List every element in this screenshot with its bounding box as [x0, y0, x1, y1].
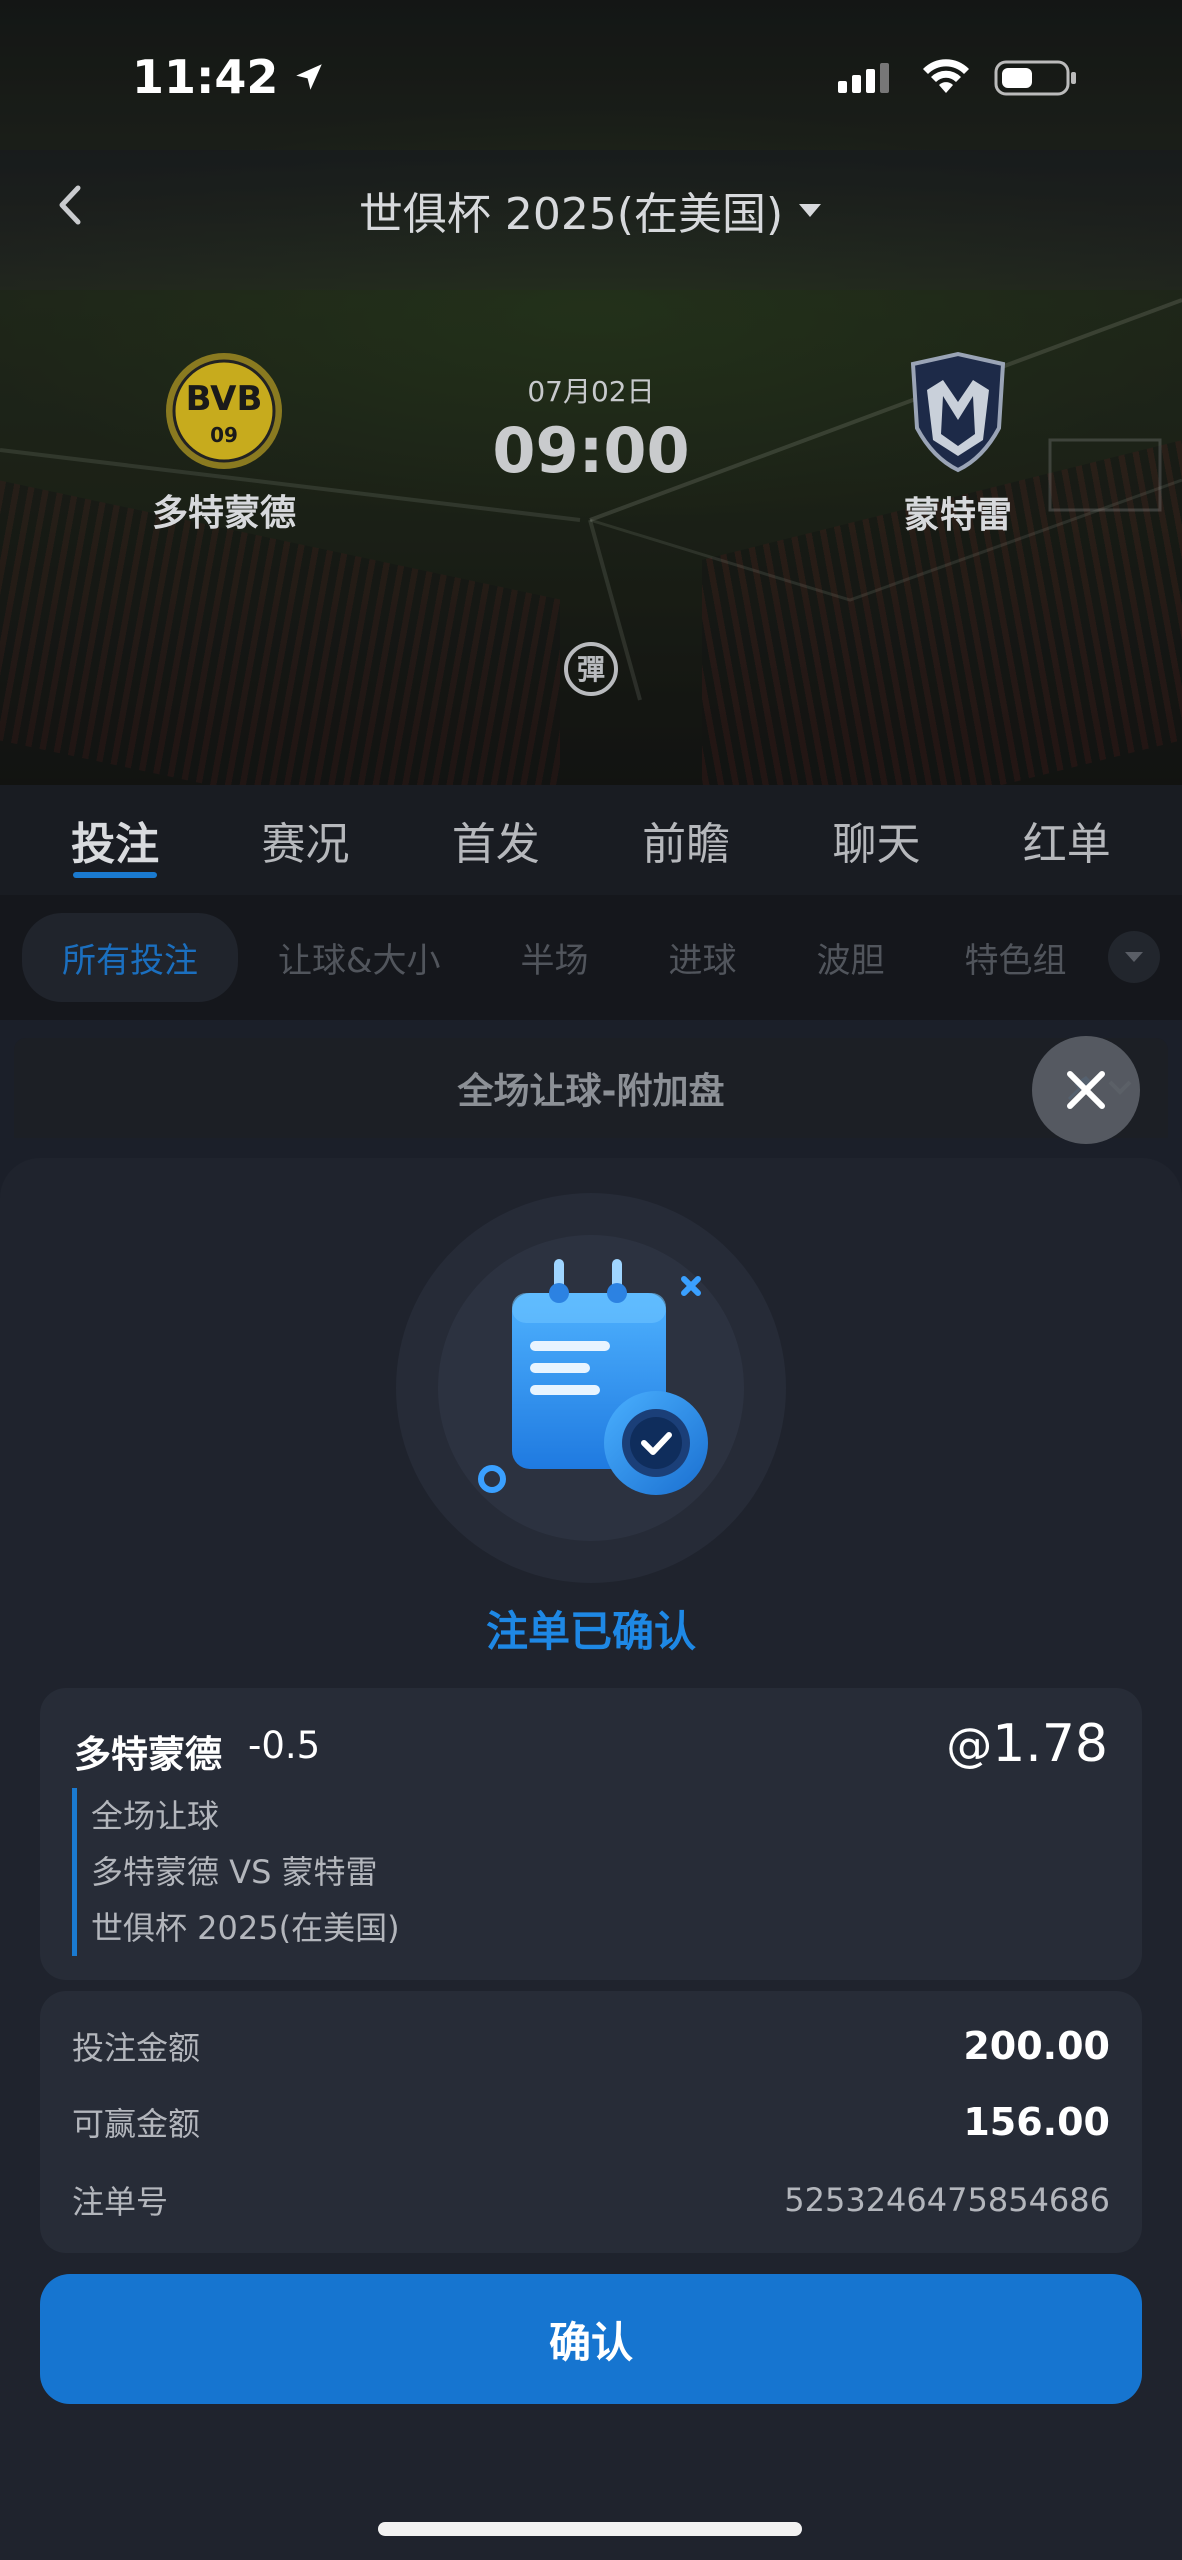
- wifi-icon: [923, 59, 969, 93]
- competition-selector[interactable]: 世俱杯 2025(在美国): [0, 178, 1182, 242]
- away-team: 蒙特雷: [838, 350, 1078, 538]
- bet-summary-card: 投注金额 200.00 可赢金额 156.00 注单号 525324647585…: [40, 1991, 1142, 2253]
- battery-icon: [994, 60, 1076, 96]
- close-icon: [1067, 1071, 1105, 1109]
- location-arrow-icon: [296, 64, 323, 90]
- stake-row: 投注金额 200.00: [72, 2023, 1110, 2069]
- ticket-number-row: 注单号 5253246475854686: [72, 2177, 1110, 2223]
- cellular-signal-icon: [838, 63, 889, 93]
- status-time: 11:42: [132, 50, 279, 104]
- bet-details: 全场让球 多特蒙德 VS 蒙特雷 世俱杯 2025(在美国): [72, 1788, 400, 1956]
- competition-title: 世俱杯 2025(在美国): [358, 189, 784, 240]
- bet-type: 全场让球: [91, 1797, 220, 1835]
- tab-bets[interactable]: 投注: [71, 808, 159, 878]
- tab-lineups[interactable]: 首发: [452, 808, 540, 872]
- market-title: 全场让球-附加盘: [457, 1071, 725, 1112]
- home-team-name: 多特蒙德: [151, 493, 296, 534]
- status-bar: 11:42: [0, 0, 1182, 150]
- caret-down-icon: [1125, 952, 1143, 962]
- subtab-all-bets[interactable]: 所有投注: [22, 913, 238, 1002]
- ticket-number-label: 注单号: [72, 2183, 169, 2221]
- odds-prefix: @: [946, 1718, 993, 1772]
- ticket-number-value: 5253246475854686: [784, 2181, 1110, 2219]
- close-button[interactable]: [1032, 1036, 1140, 1144]
- tab-chat[interactable]: 聊天: [832, 808, 920, 872]
- match-hero: 11:42 世俱杯 2025(在美国) BVB 09 多特蒙德 07月02日 0…: [0, 0, 1182, 785]
- market-filter-tabs: 所有投注 让球&大小 半场 进球 波胆 特色组: [0, 895, 1182, 1020]
- confirmation-illustration: [396, 1193, 786, 1583]
- bet-competition: 世俱杯 2025(在美国): [91, 1909, 400, 1947]
- svg-text:彈: 彈: [577, 653, 605, 686]
- subtab-goals[interactable]: 进球: [629, 933, 777, 982]
- pick-team: 多特蒙德: [74, 1733, 222, 1776]
- live-badge[interactable]: 彈: [562, 640, 620, 702]
- more-subtabs-button[interactable]: [1108, 931, 1160, 983]
- subtab-handicap-totals[interactable]: 让球&大小: [238, 933, 481, 982]
- bet-pick: 多特蒙德 -0.5: [74, 1724, 320, 1778]
- pick-handicap-line: -0.5: [248, 1724, 321, 1767]
- bet-matchup: 多特蒙德 VS 蒙特雷: [91, 1853, 378, 1891]
- potential-win-value: 156.00: [963, 2100, 1110, 2144]
- confirm-button[interactable]: 确认: [40, 2274, 1142, 2404]
- potential-win-row: 可赢金额 156.00: [72, 2099, 1110, 2145]
- away-team-logo: [910, 351, 1006, 473]
- tab-red-tickets[interactable]: 红单: [1023, 808, 1111, 872]
- subtab-specials[interactable]: 特色组: [925, 933, 1107, 982]
- potential-win-label: 可赢金额: [72, 2105, 201, 2143]
- away-team-name: 蒙特雷: [903, 495, 1012, 536]
- tab-preview[interactable]: 前瞻: [642, 808, 730, 872]
- bet-confirmation-sheet: 注单已确认 多特蒙德 -0.5 @1.78 全场让球 多特蒙德 VS 蒙特雷 世…: [0, 1158, 1182, 2560]
- bet-odds: @1.78: [946, 1714, 1108, 1774]
- subtab-half-time[interactable]: 半场: [481, 933, 629, 982]
- stake-value: 200.00: [963, 2024, 1110, 2068]
- tab-live-stats[interactable]: 赛况: [261, 808, 349, 872]
- match-tabs: 投注 赛况 首发 前瞻 聊天 红单: [0, 785, 1182, 895]
- live-stream-icon: 彈: [564, 642, 618, 696]
- stake-label: 投注金额: [72, 2029, 201, 2067]
- market-section-header[interactable]: 全场让球-附加盘: [14, 1038, 1168, 1138]
- home-indicator[interactable]: [378, 2522, 802, 2536]
- bet-slip-check-icon: [478, 1259, 708, 1495]
- bet-selection-card: 多特蒙德 -0.5 @1.78 全场让球 多特蒙德 VS 蒙特雷 世俱杯 202…: [40, 1688, 1142, 1980]
- caret-down-icon: [799, 204, 822, 217]
- confirmation-title: 注单已确认: [485, 1607, 696, 1656]
- subtab-correct-score[interactable]: 波胆: [777, 933, 925, 982]
- odds-value: 1.78: [992, 1714, 1108, 1774]
